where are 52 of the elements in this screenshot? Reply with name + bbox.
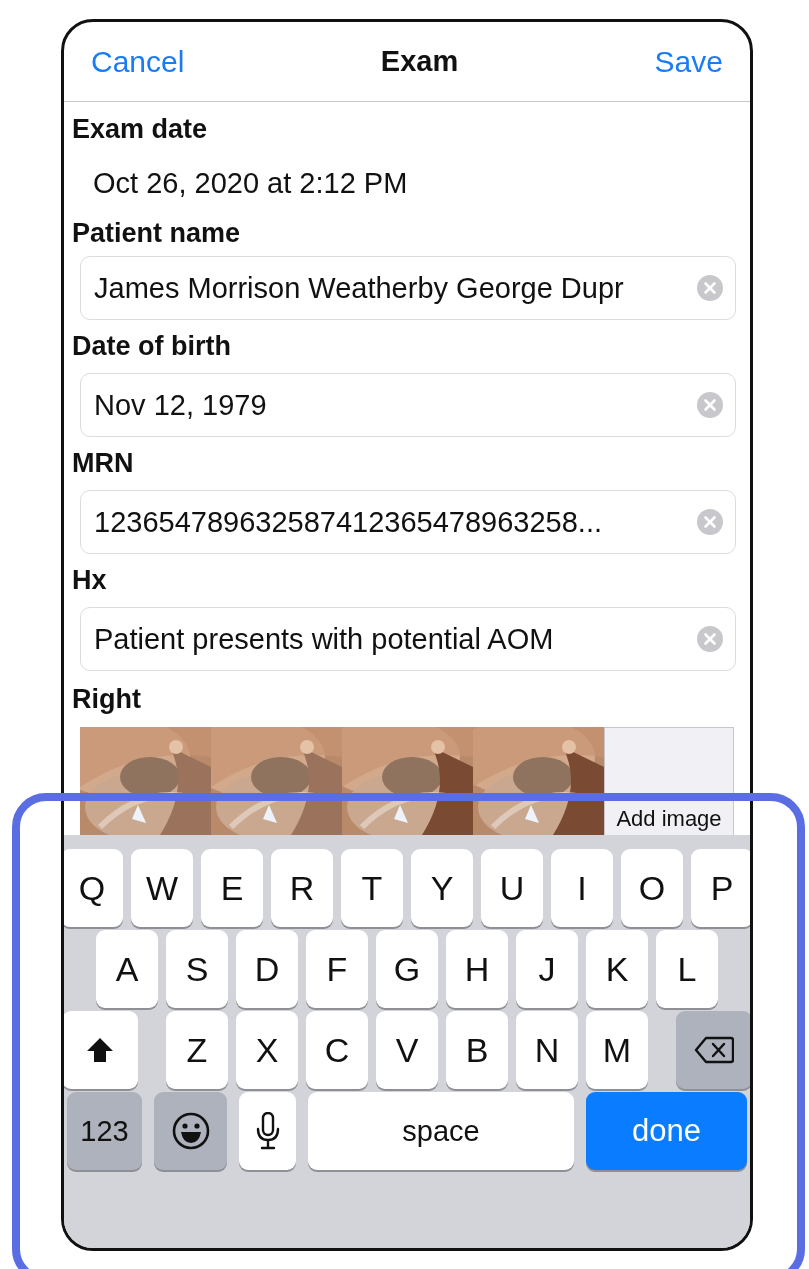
add-image-button[interactable]: Add image	[604, 727, 734, 835]
letter-key[interactable]: S	[166, 930, 228, 1008]
letter-key[interactable]: J	[516, 930, 578, 1008]
text-field[interactable]: Nov 12, 1979	[80, 373, 736, 437]
field-label: Date of birth	[72, 330, 232, 363]
letter-key[interactable]: H	[446, 930, 508, 1008]
letter-key[interactable]: T	[341, 849, 403, 927]
dictation-key[interactable]	[239, 1092, 296, 1170]
letter-key[interactable]: K	[586, 930, 648, 1008]
numbers-key[interactable]: 123	[67, 1092, 142, 1170]
letter-key[interactable]: N	[516, 1011, 578, 1089]
save-button[interactable]: Save	[654, 44, 723, 79]
letter-key[interactable]: B	[446, 1011, 508, 1089]
text-field[interactable]: James Morrison Weatherby George Dupr	[80, 256, 736, 320]
microphone-icon	[255, 1112, 280, 1150]
letter-key[interactable]: I	[551, 849, 613, 927]
letter-key[interactable]: O	[621, 849, 683, 927]
letter-key[interactable]: F	[306, 930, 368, 1008]
delete-key[interactable]	[676, 1011, 750, 1089]
letter-key[interactable]: X	[236, 1011, 298, 1089]
field-label: Patient name	[72, 216, 242, 250]
delete-icon	[694, 1036, 734, 1064]
text-field[interactable]: Patient presents with potential AOM	[80, 607, 736, 671]
letter-key[interactable]: D	[236, 930, 298, 1008]
screen-title: Exam	[380, 45, 459, 78]
letter-key[interactable]: W	[131, 849, 193, 927]
letter-key[interactable]: C	[306, 1011, 368, 1089]
emoji-key[interactable]	[154, 1092, 227, 1170]
letter-key[interactable]: M	[586, 1011, 648, 1089]
smiley-icon	[171, 1112, 210, 1150]
field-label: MRN	[72, 447, 135, 480]
cancel-button[interactable]: Cancel	[91, 44, 185, 79]
done-key[interactable]: done	[586, 1092, 747, 1170]
space-key[interactable]: space	[308, 1092, 574, 1170]
exam-date-value: Oct 26, 2020 at 2:12 PM	[92, 165, 409, 201]
letter-key[interactable]: R	[271, 849, 333, 927]
letter-key[interactable]: A	[96, 930, 158, 1008]
letter-key[interactable]: G	[376, 930, 438, 1008]
letter-key[interactable]: P	[691, 849, 750, 927]
shift-icon	[86, 1037, 114, 1063]
field-label: Right	[72, 682, 142, 716]
shift-key[interactable]	[64, 1011, 138, 1089]
letter-key[interactable]: Q	[64, 849, 123, 927]
letter-key[interactable]: L	[656, 930, 718, 1008]
field-label: Exam date	[72, 112, 209, 146]
letter-key[interactable]: V	[376, 1011, 438, 1089]
field-label: Hx	[72, 564, 108, 597]
letter-key[interactable]: E	[201, 849, 263, 927]
letter-key[interactable]: Z	[166, 1011, 228, 1089]
letter-key[interactable]: U	[481, 849, 543, 927]
text-field[interactable]: 123654789632587412365478963258...	[80, 490, 736, 554]
letter-key[interactable]: Y	[411, 849, 473, 927]
